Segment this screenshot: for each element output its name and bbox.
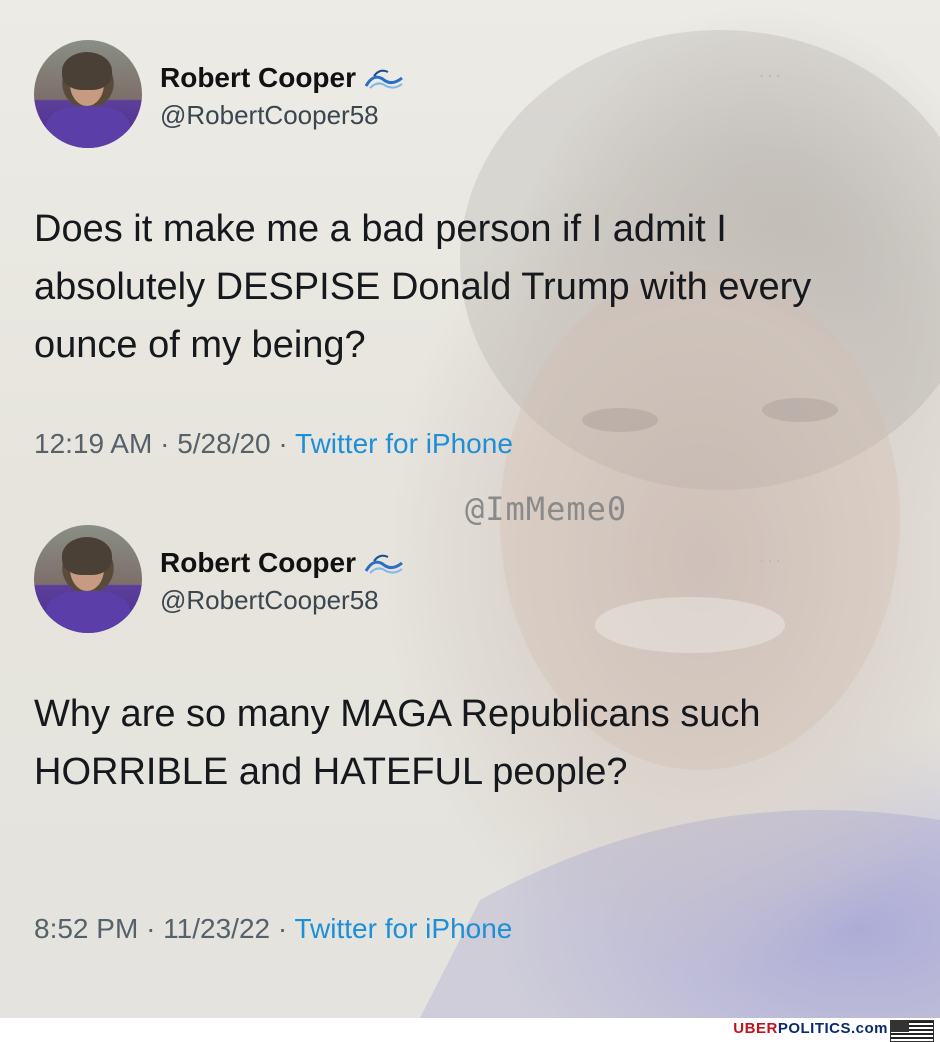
avatar[interactable] <box>34 40 142 148</box>
us-flag-icon <box>890 1020 934 1042</box>
meta-separator: · <box>278 428 288 459</box>
brand-logo[interactable]: UBERPOLITICS.com <box>733 1020 888 1037</box>
display-name-row[interactable]: Robert Cooper <box>160 547 404 579</box>
tweet-text: Does it make me a bad person if I admit … <box>34 208 812 366</box>
footer-bar: UBERPOLITICS.com <box>0 1018 940 1042</box>
meta-separator: · <box>146 913 156 944</box>
meta-separator: · <box>160 428 170 459</box>
tweet-source-link[interactable]: Twitter for iPhone <box>294 913 512 944</box>
tweet-date[interactable]: 5/28/20 <box>177 428 270 459</box>
tweet-time[interactable]: 8:52 PM <box>34 913 138 944</box>
tweet-meta: 8:52 PM · 11/23/22 · Twitter for iPhone <box>34 913 512 945</box>
user-handle[interactable]: @RobertCooper58 <box>160 585 379 616</box>
tweet-time[interactable]: 12:19 AM <box>34 428 152 459</box>
brand-blue-text: POLITICS.com <box>777 1020 888 1037</box>
tweet-meta: 12:19 AM · 5/28/20 · Twitter for iPhone <box>34 428 513 460</box>
avatar[interactable] <box>34 525 142 633</box>
more-icon[interactable]: ··· <box>758 62 783 88</box>
tweet-source-link[interactable]: Twitter for iPhone <box>295 428 513 459</box>
tweet-date[interactable]: 11/23/22 <box>163 913 270 944</box>
more-icon[interactable]: ··· <box>758 547 783 573</box>
wave-icon <box>364 69 403 89</box>
display-name[interactable]: Robert Cooper <box>160 547 356 579</box>
display-name-row[interactable]: Robert Cooper <box>160 62 404 94</box>
user-handle[interactable]: @RobertCooper58 <box>160 100 379 131</box>
tweet-text: Why are so many MAGA Republicans such HO… <box>34 693 761 793</box>
meta-separator: · <box>277 913 288 944</box>
watermark: @ImMeme0 <box>465 490 628 528</box>
wave-icon <box>364 554 403 574</box>
display-name[interactable]: Robert Cooper <box>160 62 356 94</box>
brand-red-text: UBER <box>733 1020 778 1037</box>
